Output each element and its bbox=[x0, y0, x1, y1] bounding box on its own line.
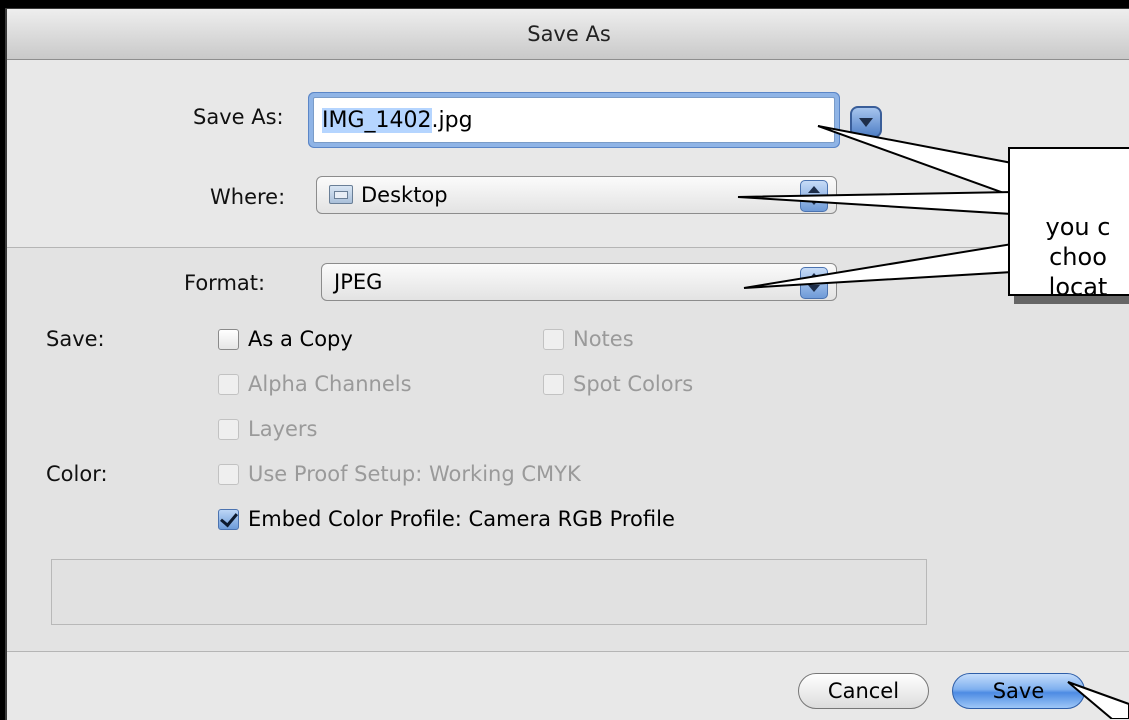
callout-line-1: you c bbox=[1045, 213, 1111, 241]
callout-pointer-filename bbox=[817, 125, 1013, 198]
annotation-callout: you c choo locat bbox=[1008, 147, 1129, 296]
callout-pointer-where bbox=[737, 190, 1013, 216]
callout-pointers bbox=[737, 125, 1129, 719]
callout-line-2: choo bbox=[1049, 243, 1107, 271]
callout-pointer-format bbox=[743, 242, 1013, 289]
callout-line-3: locat bbox=[1048, 273, 1108, 296]
callout-pointer-save bbox=[1067, 681, 1129, 719]
